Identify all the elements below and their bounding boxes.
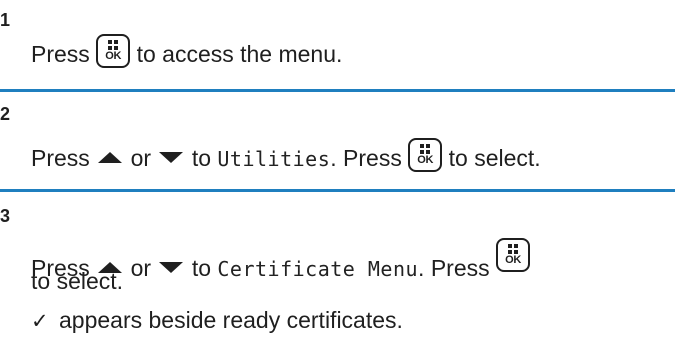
instruction-text: Press: [343, 145, 402, 171]
ok-key-label: OK: [417, 154, 434, 166]
menu-ok-key-icon: OK: [96, 34, 131, 68]
ok-key-label: OK: [505, 254, 521, 266]
menu-ok-key-icon: OK: [408, 138, 443, 172]
step-number: 3: [0, 206, 11, 226]
instruction-text: Press: [31, 41, 90, 67]
instruction-text: .: [418, 255, 425, 281]
instruction-text: or: [130, 145, 152, 171]
instruction-text: Press: [31, 145, 90, 171]
instruction-text: to access the menu.: [136, 41, 343, 67]
instruction-text: to select.: [448, 145, 541, 171]
ok-key-label: OK: [105, 50, 122, 62]
menu-item-name: Utilities: [217, 147, 331, 171]
instruction-line: Press OK to access the menu.: [31, 34, 342, 68]
menu-item-name: Certificate Menu: [217, 257, 419, 281]
instruction-text: Press: [430, 255, 490, 281]
instruction-text: to: [191, 255, 211, 281]
step-number: 2: [0, 104, 11, 124]
down-arrow-icon: [159, 262, 184, 273]
checkmark-icon: ✓: [31, 310, 49, 333]
result-note-text: appears beside ready certificates.: [59, 307, 403, 333]
instruction-text: or: [130, 255, 152, 281]
result-note: ✓ appears beside ready certificates.: [31, 306, 403, 336]
instruction-text: to: [191, 145, 211, 171]
step-3: 3 Press or to Certificate Menu. Press OK…: [0, 192, 675, 337]
step-2: 2 Press or to Utilities. Press OK to sel…: [0, 92, 675, 172]
step-1: 1 Press OK to access the menu.: [0, 0, 675, 80]
down-arrow-icon: [159, 152, 184, 163]
up-arrow-icon: [98, 152, 123, 163]
instruction-text: .: [330, 145, 337, 171]
menu-ok-key-icon: OK: [496, 238, 531, 272]
step-number: 1: [0, 10, 11, 30]
instruction-line-continued: to select.: [31, 268, 124, 294]
instruction-line: Press or to Utilities. Press OK to selec…: [31, 138, 541, 173]
